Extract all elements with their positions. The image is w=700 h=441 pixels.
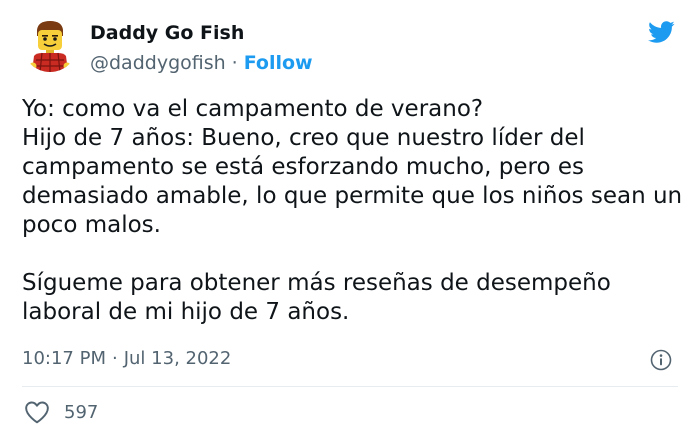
lego-figure-avatar: [29, 21, 71, 72]
meta-separator: ·: [111, 348, 118, 369]
tweet-date[interactable]: Jul 13, 2022: [124, 348, 232, 369]
handle-row: @daddygofish · Follow: [90, 50, 313, 76]
tweet-card: Daddy Go Fish @daddygofish · Follow Yo: co…: [0, 0, 700, 441]
info-icon[interactable]: [650, 349, 672, 371]
tweet-timestamp[interactable]: 10:17 PM · Jul 13, 2022: [22, 347, 231, 371]
heart-icon[interactable]: [24, 400, 50, 424]
like-button[interactable]: 597: [24, 398, 98, 426]
tweet-text: Yo: como va el campamento de verano? Hij…: [22, 96, 683, 325]
user-handle[interactable]: @daddygofish: [90, 52, 226, 74]
twitter-bird-icon[interactable]: [644, 18, 678, 46]
follow-button[interactable]: Follow: [244, 52, 313, 74]
tweet-time[interactable]: 10:17 PM: [22, 348, 106, 369]
like-count: 597: [64, 401, 99, 423]
avatar[interactable]: [22, 16, 78, 72]
handle-separator: ·: [231, 52, 238, 74]
divider: [22, 386, 678, 387]
user-block: Daddy Go Fish @daddygofish · Follow: [90, 20, 313, 76]
display-name[interactable]: Daddy Go Fish: [90, 20, 313, 46]
